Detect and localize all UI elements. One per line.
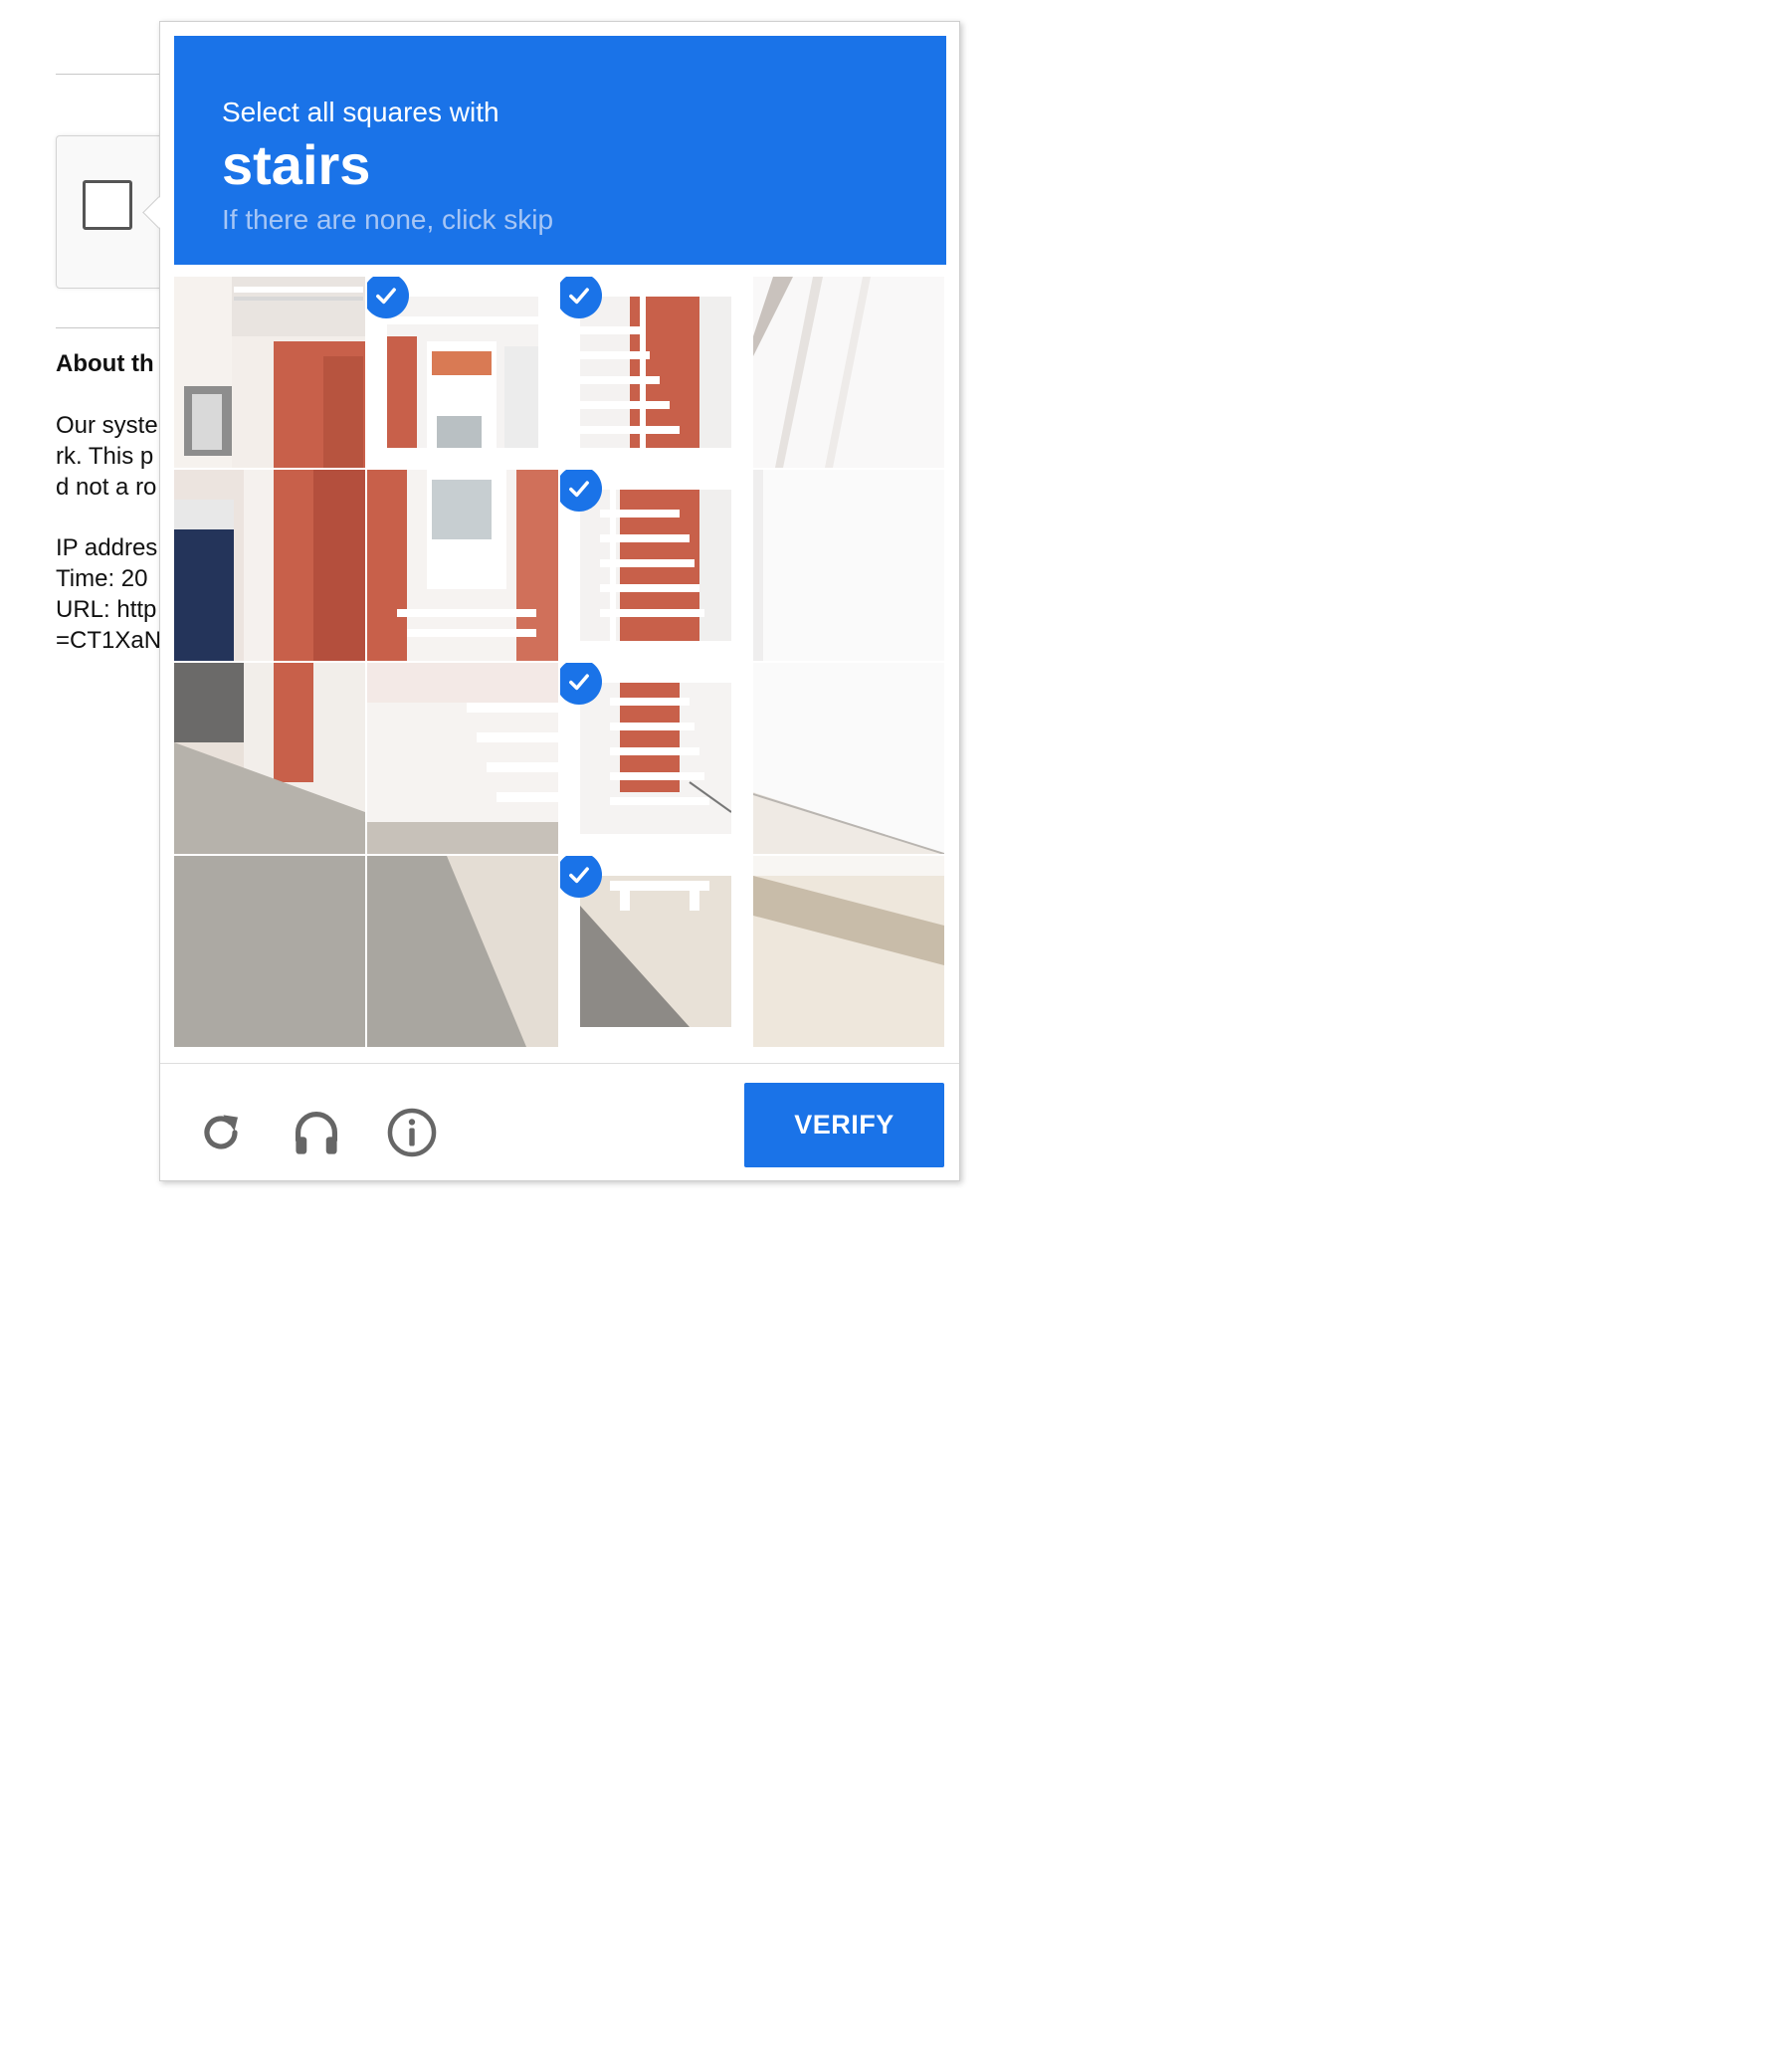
tile-image (174, 663, 365, 854)
headphones-icon[interactable] (287, 1103, 346, 1162)
tile-image (174, 277, 365, 468)
grid-tile[interactable] (367, 663, 558, 854)
grid-tile-selected[interactable] (367, 277, 558, 468)
body-line-3: d not a ro (56, 474, 157, 501)
tile-image (580, 297, 731, 448)
tile-image (367, 470, 558, 661)
ip-line: IP addres (56, 534, 158, 561)
tile-image (174, 856, 365, 1047)
footer-divider (160, 1063, 959, 1064)
divider-top (56, 74, 165, 75)
grid-tile[interactable] (367, 470, 558, 661)
tile-image (367, 856, 558, 1047)
grid-tile[interactable] (753, 470, 944, 661)
grid-tile[interactable] (367, 856, 558, 1047)
tile-image (580, 876, 731, 1027)
challenge-header: Select all squares with stairs If there … (174, 36, 946, 265)
skip-hint: If there are none, click skip (222, 204, 554, 235)
tile-image (753, 856, 944, 1047)
tile-image (753, 277, 944, 468)
captcha-challenge-popup: Select all squares with stairs If there … (142, 21, 960, 1181)
tile-image (387, 297, 538, 448)
tile-image (367, 663, 558, 854)
divider-middle (56, 327, 165, 328)
instruction-text: Select all squares with (222, 97, 499, 127)
time-line: Time: 20 (56, 565, 148, 592)
grid-tile-selected[interactable] (560, 663, 751, 854)
tile-image (174, 470, 365, 661)
grid-tile[interactable] (174, 663, 365, 854)
robot-checkbox[interactable] (83, 180, 132, 230)
grid-tile[interactable] (174, 856, 365, 1047)
url-line: URL: http (56, 596, 157, 623)
tile-image (753, 663, 944, 854)
body-line-1: Our syste (56, 412, 158, 439)
target-keyword: stairs (222, 133, 371, 196)
grid-tile[interactable] (174, 470, 365, 661)
info-icon[interactable] (382, 1103, 442, 1162)
body-line-2: rk. This p (56, 443, 154, 470)
grid-tile[interactable] (753, 856, 944, 1047)
url-line-2: =CT1XaN (56, 627, 162, 654)
tile-image (580, 490, 731, 641)
reload-icon[interactable] (191, 1103, 251, 1162)
grid-tile-selected[interactable] (560, 470, 751, 661)
grid-tile-selected[interactable] (560, 856, 751, 1047)
image-grid (174, 277, 946, 1049)
grid-tile[interactable] (174, 277, 365, 468)
verify-button[interactable]: VERIFY (744, 1083, 944, 1167)
tile-image (580, 683, 731, 834)
grid-tile[interactable] (753, 663, 944, 854)
grid-tile[interactable] (753, 277, 944, 468)
tile-image (753, 470, 944, 661)
grid-tile-selected[interactable] (560, 277, 751, 468)
about-title: About th (56, 350, 154, 377)
